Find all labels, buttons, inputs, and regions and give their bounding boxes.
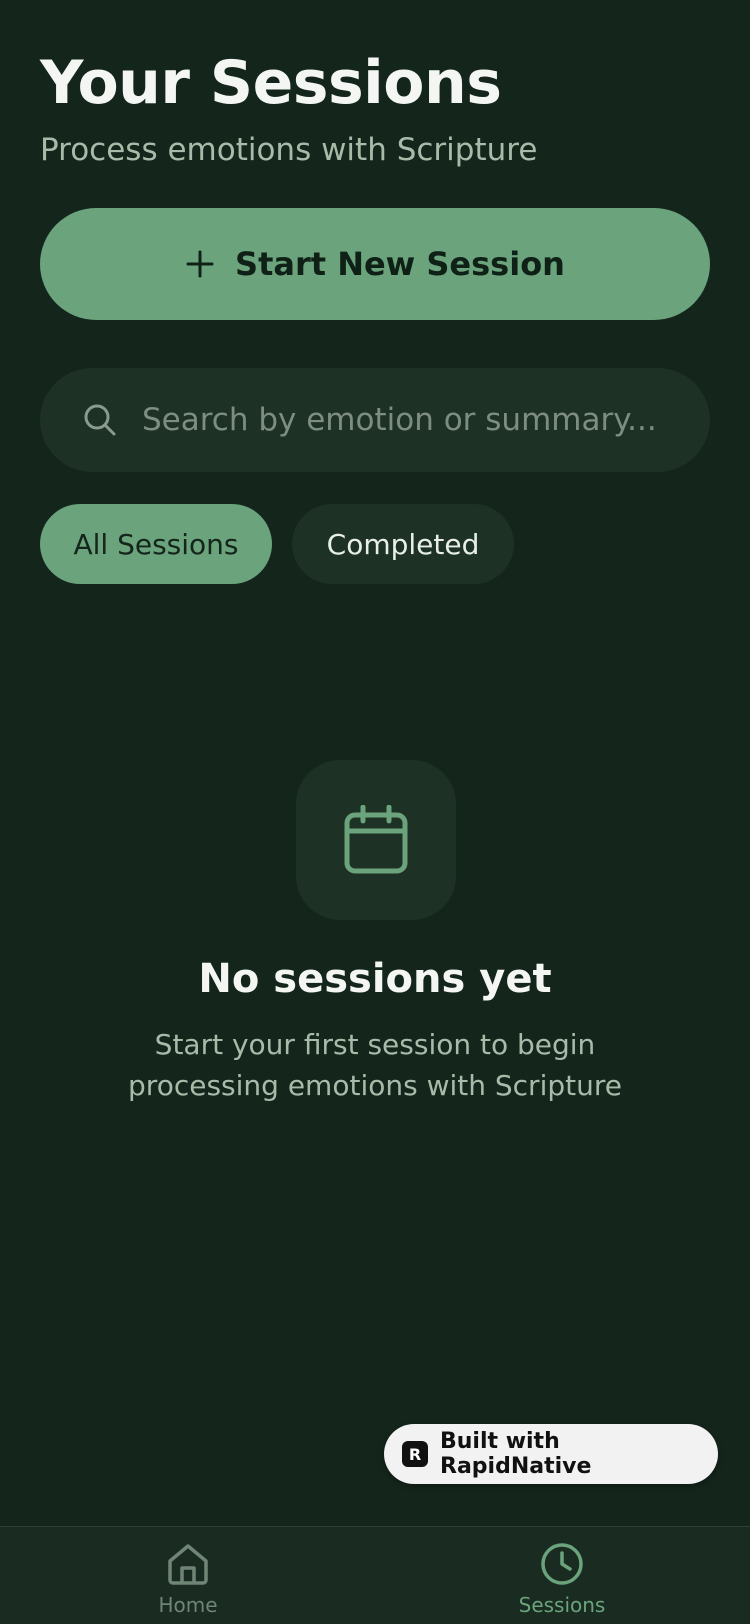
tab-home[interactable]: Home [88, 1527, 288, 1624]
home-icon [168, 1544, 208, 1585]
page-subtitle: Process emotions with Scripture [40, 132, 538, 168]
search-bar[interactable] [40, 368, 710, 472]
search-icon [84, 404, 116, 436]
start-new-session-button[interactable]: Start New Session [40, 208, 710, 320]
tab-sessions[interactable]: Sessions [462, 1527, 662, 1624]
page-title: Your Sessions [40, 48, 502, 118]
clock-icon [541, 1543, 583, 1585]
empty-state-description: Start your first session to begin proces… [128, 1028, 622, 1102]
filter-chip-all-sessions[interactable]: All Sessions [40, 504, 272, 584]
start-new-session-label: Start New Session [235, 245, 565, 283]
sessions-screen: Your Sessions Process emotions with Scri… [0, 0, 750, 1624]
calendar-icon [344, 805, 408, 874]
built-with-badge[interactable]: R Built with RapidNative [384, 1424, 718, 1484]
tab-sessions-label: Sessions [518, 1593, 606, 1617]
plus-icon [186, 250, 214, 278]
bottom-tab-bar: Home Sessions [0, 1526, 750, 1624]
search-input[interactable] [142, 402, 662, 438]
rapidnative-logo-icon: R [402, 1441, 428, 1467]
empty-state-title: No sessions yet [198, 956, 552, 1002]
filter-chip-completed[interactable]: Completed [292, 504, 514, 584]
built-with-label: Built with RapidNative [440, 1429, 592, 1479]
tab-home-label: Home [158, 1593, 218, 1617]
empty-state-icon-container [296, 760, 456, 920]
